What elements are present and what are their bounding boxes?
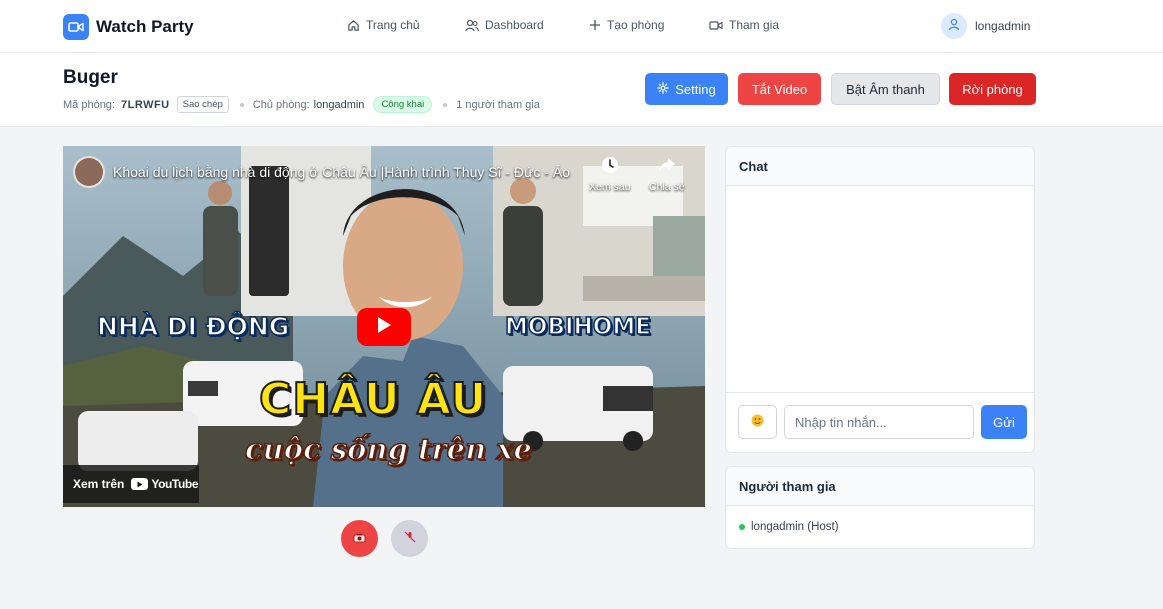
nav-join-label: Tham gia	[729, 18, 780, 32]
room-code-label: Mã phòng:	[63, 98, 115, 111]
thumbnail-text-right: MOBIHOME	[504, 313, 651, 341]
play-button[interactable]	[357, 308, 411, 346]
watch-later-label: Xem sau	[589, 181, 631, 193]
watch-on-youtube-button[interactable]: Xem trên YouTube	[63, 465, 199, 503]
nav-dashboard[interactable]: Dashboard	[465, 18, 544, 32]
video-player[interactable]: Khoai du lịch bằng nhà di động ở Châu Âu…	[63, 146, 705, 507]
chat-input-row: Gửi	[726, 392, 1034, 452]
participant-name: longadmin (Host)	[751, 521, 839, 533]
owner-label: Chủ phòng:	[252, 98, 310, 111]
share-label: Chia sẻ	[649, 181, 685, 193]
brand[interactable]: Watch Party	[63, 14, 194, 40]
message-input[interactable]	[784, 405, 974, 439]
toggle-video-button[interactable]: Tắt Video	[738, 73, 821, 105]
play-icon	[376, 316, 392, 339]
participant-count: 1 người tham gia	[456, 98, 540, 111]
room-code: 7LRWFU	[120, 98, 170, 111]
chat-messages[interactable]	[726, 186, 1034, 392]
toggle-audio-button[interactable]: Bật Âm thanh	[831, 73, 940, 105]
nav-home-label: Trang chủ	[366, 18, 420, 32]
video-title[interactable]: Khoai du lịch bằng nhà di động ở Châu Âu…	[113, 164, 570, 180]
user-icon	[948, 18, 960, 34]
video-icon	[709, 20, 723, 31]
meta-separator	[239, 102, 244, 107]
user-menu[interactable]: longadmin	[941, 13, 1030, 39]
camera-toggle-button[interactable]	[341, 520, 378, 557]
send-button[interactable]: Gửi	[981, 405, 1027, 439]
video-camera-icon	[63, 14, 89, 40]
clock-icon	[601, 156, 619, 177]
emoji-icon	[751, 414, 764, 430]
room-title: Buger	[63, 67, 118, 88]
video-title-row: Khoai du lịch bằng nhà di động ở Châu Âu…	[73, 156, 570, 188]
watch-on-label: Xem trên	[73, 477, 125, 491]
nav-join[interactable]: Tham gia	[709, 18, 779, 32]
copy-code-button[interactable]: Sao chép	[176, 96, 229, 113]
channel-avatar[interactable]	[73, 156, 105, 188]
share-icon	[658, 156, 676, 177]
nav-create-room[interactable]: Tạo phòng	[589, 18, 664, 32]
setting-label: Setting	[675, 81, 716, 97]
setting-button[interactable]: Setting	[645, 73, 728, 105]
owner-name: longadmin	[313, 98, 365, 111]
participants-title: Người tham gia	[726, 467, 1034, 506]
youtube-wordmark: YouTube	[151, 477, 199, 491]
thumbnail-text-script: cuộc sống trên xe	[244, 431, 533, 467]
youtube-play-icon	[131, 478, 149, 490]
microphone-toggle-button[interactable]	[391, 520, 428, 557]
nav-create-room-label: Tạo phòng	[607, 18, 665, 32]
meta-separator	[443, 102, 448, 107]
online-status-dot	[739, 524, 745, 530]
brand-name: Watch Party	[96, 17, 194, 36]
home-icon	[347, 19, 360, 32]
username: longadmin	[975, 19, 1031, 33]
nav-dashboard-label: Dashboard	[485, 18, 544, 32]
nav-home[interactable]: Trang chủ	[347, 18, 420, 32]
room-meta: Mã phòng: 7LRWFU Sao chép Chủ phòng: lon…	[63, 96, 540, 113]
camera-icon	[353, 530, 366, 548]
avatar	[941, 13, 967, 39]
leave-room-button[interactable]: Rời phòng	[949, 73, 1036, 105]
thumbnail-text-main: CHÂU ÂU	[258, 373, 488, 426]
plus-icon	[589, 19, 601, 31]
emoji-button[interactable]	[738, 405, 777, 439]
top-navbar: Watch Party Trang chủ Dashboard Tạo phòn…	[0, 0, 1163, 53]
chat-title: Chat	[726, 147, 1034, 186]
chat-panel: Chat Gửi	[725, 146, 1035, 453]
visibility-badge: Công khai	[373, 96, 433, 113]
users-icon	[465, 19, 479, 32]
participant-item: longadmin (Host)	[739, 521, 839, 533]
youtube-logo: YouTube	[131, 477, 199, 491]
share-button[interactable]: Chia sẻ	[649, 156, 685, 193]
participants-panel: Người tham gia longadmin (Host)	[725, 466, 1035, 549]
watch-later-button[interactable]: Xem sau	[589, 156, 630, 193]
thumbnail-text-left: NHÀ DI ĐỘNG	[96, 311, 290, 342]
microphone-muted-icon	[404, 530, 416, 548]
gear-icon	[657, 81, 670, 97]
